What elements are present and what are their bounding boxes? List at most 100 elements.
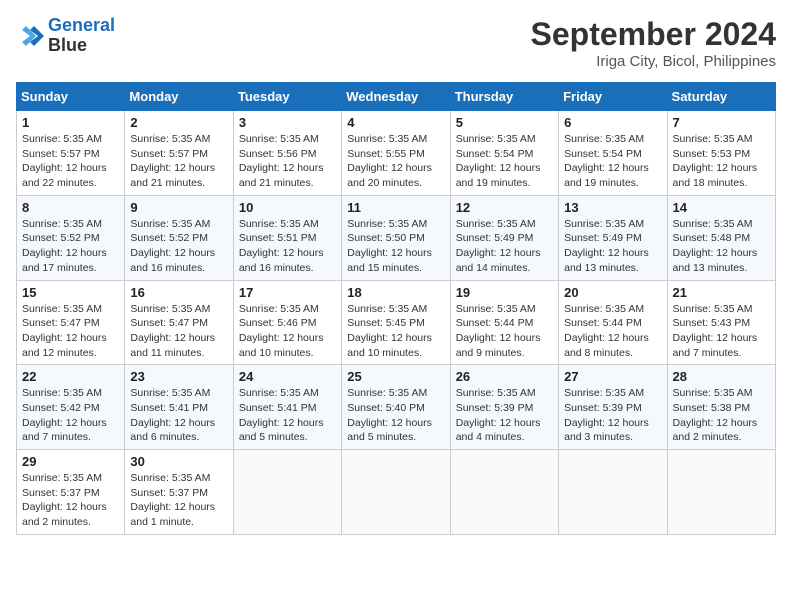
day-info: Sunrise: 5:35 AMSunset: 5:39 PMDaylight:… [456,386,553,445]
calendar-table: Sunday Monday Tuesday Wednesday Thursday… [16,82,776,535]
table-row: 21 Sunrise: 5:35 AMSunset: 5:43 PMDayligh… [667,280,775,365]
day-info: Sunrise: 5:35 AMSunset: 5:53 PMDaylight:… [673,132,770,191]
table-row: 4Sunrise: 5:35 AMSunset: 5:55 PMDaylight… [342,111,450,196]
day-number: 3 [239,115,336,130]
day-info: Sunrise: 5:35 AMSunset: 5:38 PMDaylight:… [673,386,770,445]
day-number: 7 [673,115,770,130]
day-number: 28 [673,369,770,384]
day-info: Sunrise: 5:35 AMSunset: 5:50 PMDaylight:… [347,217,444,276]
logo-icon [16,22,44,50]
day-number: 12 [456,200,553,215]
table-row: 14Sunrise: 5:35 AMSunset: 5:48 PMDayligh… [667,195,775,280]
day-info: Sunrise: 5:35 AMSunset: 5:56 PMDaylight:… [239,132,336,191]
day-number: 24 [239,369,336,384]
table-row: 27Sunrise: 5:35 AMSunset: 5:39 PMDayligh… [559,365,667,450]
day-info: Sunrise: 5:35 AMSunset: 5:51 PMDaylight:… [239,217,336,276]
day-number: 13 [564,200,661,215]
day-info: Sunrise: 5:35 AMSunset: 5:52 PMDaylight:… [130,217,227,276]
day-info: Sunrise: 5:35 AMSunset: 5:41 PMDaylight:… [239,386,336,445]
table-row: 11Sunrise: 5:35 AMSunset: 5:50 PMDayligh… [342,195,450,280]
table-row: 19 Sunrise: 5:35 AMSunset: 5:44 PMDayligh… [450,280,558,365]
month-title: September 2024 [531,16,776,53]
col-friday: Friday [559,83,667,111]
table-row: 29Sunrise: 5:35 AMSunset: 5:37 PMDayligh… [17,450,125,535]
day-number: 10 [239,200,336,215]
day-info: Sunrise: 5:35 AMSunset: 5:46 PMDaylight:… [239,302,336,361]
calendar-week-row: 8 Sunrise: 5:35 AMSunset: 5:52 PMDaylight… [17,195,776,280]
table-row: 3 Sunrise: 5:35 AMSunset: 5:56 PMDaylight… [233,111,341,196]
col-tuesday: Tuesday [233,83,341,111]
logo: GeneralBlue [16,16,115,56]
table-row: 5 Sunrise: 5:35 AMSunset: 5:54 PMDaylight… [450,111,558,196]
day-number: 20 [564,285,661,300]
table-row: 1 Sunrise: 5:35 AMSunset: 5:57 PMDaylight… [17,111,125,196]
day-number: 22 [22,369,119,384]
table-row: 22 Sunrise: 5:35 AMSunset: 5:42 PMDayligh… [17,365,125,450]
location-title: Iriga City, Bicol, Philippines [531,53,776,70]
col-sunday: Sunday [17,83,125,111]
day-info: Sunrise: 5:35 AMSunset: 5:44 PMDaylight:… [456,302,553,361]
table-row: 12 Sunrise: 5:35 AMSunset: 5:49 PMDayligh… [450,195,558,280]
day-number: 9 [130,200,227,215]
day-info: Sunrise: 5:35 AMSunset: 5:40 PMDaylight:… [347,386,444,445]
table-row: 15 Sunrise: 5:35 AMSunset: 5:47 PMDayligh… [17,280,125,365]
day-info: Sunrise: 5:35 AMSunset: 5:49 PMDaylight:… [564,217,661,276]
day-info: Sunrise: 5:35 AMSunset: 5:47 PMDaylight:… [130,302,227,361]
calendar-week-row: 1 Sunrise: 5:35 AMSunset: 5:57 PMDaylight… [17,111,776,196]
day-number: 25 [347,369,444,384]
day-info: Sunrise: 5:35 AMSunset: 5:45 PMDaylight:… [347,302,444,361]
day-info: Sunrise: 5:35 AMSunset: 5:44 PMDaylight:… [564,302,661,361]
day-number: 5 [456,115,553,130]
day-number: 23 [130,369,227,384]
table-row: 17 Sunrise: 5:35 AMSunset: 5:46 PMDayligh… [233,280,341,365]
day-info: Sunrise: 5:35 AMSunset: 5:37 PMDaylight:… [22,471,119,530]
day-number: 18 [347,285,444,300]
day-number: 30 [130,454,227,469]
day-info: Sunrise: 5:35 AMSunset: 5:42 PMDaylight:… [22,386,119,445]
day-info: Sunrise: 5:35 AMSunset: 5:57 PMDaylight:… [22,132,119,191]
table-row: 26 Sunrise: 5:35 AMSunset: 5:39 PMDayligh… [450,365,558,450]
day-number: 15 [22,285,119,300]
day-number: 26 [456,369,553,384]
table-row: 16 Sunrise: 5:35 AMSunset: 5:47 PMDayligh… [125,280,233,365]
title-area: September 2024 Iriga City, Bicol, Philip… [531,16,776,70]
table-row: 18 Sunrise: 5:35 AMSunset: 5:45 PMDayligh… [342,280,450,365]
table-row: 24 Sunrise: 5:35 AMSunset: 5:41 PMDayligh… [233,365,341,450]
table-row: 23 Sunrise: 5:35 AMSunset: 5:41 PMDayligh… [125,365,233,450]
day-number: 4 [347,115,444,130]
day-info: Sunrise: 5:35 AMSunset: 5:48 PMDaylight:… [673,217,770,276]
day-number: 1 [22,115,119,130]
table-row [233,450,341,535]
table-row: 6Sunrise: 5:35 AMSunset: 5:54 PMDaylight… [559,111,667,196]
header: GeneralBlue September 2024 Iriga City, B… [16,16,776,70]
day-number: 27 [564,369,661,384]
day-info: Sunrise: 5:35 AMSunset: 5:41 PMDaylight:… [130,386,227,445]
day-info: Sunrise: 5:35 AMSunset: 5:54 PMDaylight:… [456,132,553,191]
calendar-week-row: 22 Sunrise: 5:35 AMSunset: 5:42 PMDayligh… [17,365,776,450]
table-row: 20 Sunrise: 5:35 AMSunset: 5:44 PMDayligh… [559,280,667,365]
logo-text: GeneralBlue [48,16,115,56]
col-saturday: Saturday [667,83,775,111]
table-row: 25 Sunrise: 5:35 AMSunset: 5:40 PMDayligh… [342,365,450,450]
day-info: Sunrise: 5:35 AMSunset: 5:47 PMDaylight:… [22,302,119,361]
table-row: 8Sunrise: 5:35 AMSunset: 5:52 PMDaylight… [17,195,125,280]
table-row: 10 Sunrise: 5:35 AMSunset: 5:51 PMDayligh… [233,195,341,280]
table-row: 30Sunrise: 5:35 AMSunset: 5:37 PMDayligh… [125,450,233,535]
day-number: 19 [456,285,553,300]
day-number: 16 [130,285,227,300]
day-number: 21 [673,285,770,300]
table-row: 28 Sunrise: 5:35 AMSunset: 5:38 PMDayligh… [667,365,775,450]
day-number: 8 [22,200,119,215]
day-info: Sunrise: 5:35 AMSunset: 5:43 PMDaylight:… [673,302,770,361]
table-row [450,450,558,535]
day-number: 17 [239,285,336,300]
table-row: 13 Sunrise: 5:35 AMSunset: 5:49 PMDayligh… [559,195,667,280]
table-row: 7 Sunrise: 5:35 AMSunset: 5:53 PMDaylight… [667,111,775,196]
day-number: 2 [130,115,227,130]
day-info: Sunrise: 5:35 AMSunset: 5:57 PMDaylight:… [130,132,227,191]
table-row [342,450,450,535]
day-info: Sunrise: 5:35 AMSunset: 5:49 PMDaylight:… [456,217,553,276]
calendar-week-row: 15 Sunrise: 5:35 AMSunset: 5:47 PMDayligh… [17,280,776,365]
table-row: 2 Sunrise: 5:35 AMSunset: 5:57 PMDaylight… [125,111,233,196]
col-thursday: Thursday [450,83,558,111]
